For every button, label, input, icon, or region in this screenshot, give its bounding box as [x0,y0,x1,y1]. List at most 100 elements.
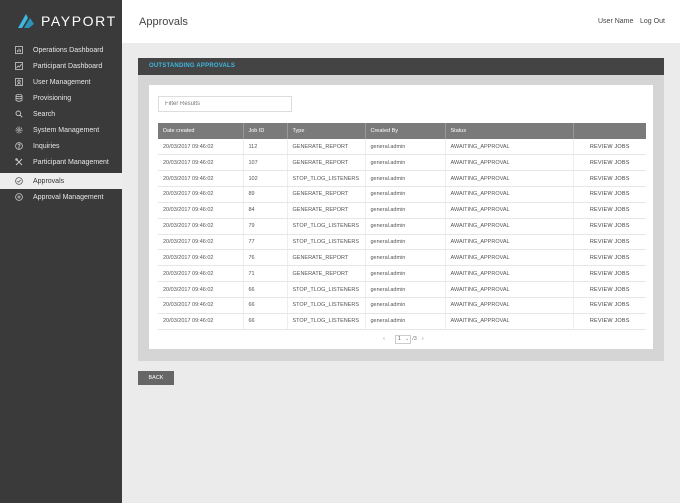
sidebar-item-system-management[interactable]: System Management [0,122,122,138]
column-header-type[interactable]: Type [287,123,366,139]
review-jobs-button[interactable]: REVIEW JOBS [573,249,646,267]
review-jobs-button[interactable]: REVIEW JOBS [573,265,646,283]
sidebar-item-label: System Management [33,126,100,134]
sidebar-item-label: Search [33,110,56,118]
table-row: 20/03/2017 09:46:02 66 STOP_TLOG_LISTENERS… [158,297,646,314]
sidebar-item-approvals[interactable]: Approvals [0,173,122,189]
cell-created-by: general.admin [365,186,446,203]
sidebar-item-approval-management[interactable]: Approval Management [0,189,122,205]
cell-date-created: 20/03/2017 09:46:02 [158,170,244,188]
cell-created-by: general.admin [365,202,446,219]
approvals-table: Date created Job ID Type Created By Stat… [158,123,646,330]
sidebar: PAYPORT Operations Dashboard Participant… [0,0,122,503]
page-select[interactable]: 1 [395,334,411,344]
cell-status: AWAITING_APPROVAL [445,139,574,156]
cell-date-created: 20/03/2017 09:46:02 [158,186,244,203]
sidebar-item-label: Approvals [33,177,65,185]
table-row: 20/03/2017 09:46:02 66 STOP_TLOG_LISTENERS… [158,281,646,298]
cell-status: AWAITING_APPROVAL [445,154,574,172]
table-row: 20/03/2017 09:46:02 76 GENERATE_REPORT gene… [158,249,646,267]
cell-job-id: 77 [243,234,288,251]
table-row: 20/03/2017 09:46:02 66 STOP_TLOG_LISTENERS… [158,313,646,330]
sidebar-item-label: Inquiries [33,142,60,150]
cell-status: AWAITING_APPROVAL [445,186,574,203]
cell-type: STOP_TLOG_LISTENERS [287,234,366,251]
column-header-created-by[interactable]: Created By [365,123,446,139]
cell-created-by: general.admin [365,281,446,298]
review-jobs-button[interactable]: REVIEW JOBS [573,186,646,203]
column-header-job-id[interactable]: Job ID [243,123,288,139]
review-jobs-button[interactable]: REVIEW JOBS [573,281,646,298]
cell-date-created: 20/03/2017 09:46:02 [158,154,244,172]
sidebar-item-label: Approval Management [33,193,104,201]
panel-title: OUTSTANDING APPROVALS [138,58,664,75]
cell-created-by: general.admin [365,154,446,172]
cell-job-id: 76 [243,249,288,267]
table-row: 20/03/2017 09:46:02 102 STOP_TLOG_LISTENER… [158,170,646,188]
column-header-actions [573,123,646,139]
sidebar-item-label: Provisioning [33,94,72,102]
check-circle-icon [15,177,23,185]
sidebar-item-user-management[interactable]: User Management [0,74,122,90]
gear-icon [15,126,23,134]
cell-job-id: 66 [243,313,288,330]
cell-created-by: general.admin [365,297,446,314]
cell-job-id: 107 [243,154,288,172]
filter-input[interactable] [158,96,292,112]
cell-date-created: 20/03/2017 09:46:02 [158,218,244,235]
page-title: Approvals [139,16,188,28]
table-row: 20/03/2017 09:46:02 107 GENERATE_REPORT gen… [158,154,646,172]
cell-job-id: 112 [243,139,288,156]
cell-date-created: 20/03/2017 09:46:02 [158,281,244,298]
sidebar-item-participant-management[interactable]: Participant Management [0,154,122,170]
cell-status: AWAITING_APPROVAL [445,234,574,251]
cell-type: STOP_TLOG_LISTENERS [287,297,366,314]
bar-chart-icon [15,46,23,54]
review-jobs-button[interactable]: REVIEW JOBS [573,297,646,314]
review-jobs-button[interactable]: REVIEW JOBS [573,234,646,251]
brand-logo[interactable]: PAYPORT [0,0,122,42]
cell-created-by: general.admin [365,139,446,156]
cell-date-created: 20/03/2017 09:46:02 [158,249,244,267]
sidebar-item-provisioning[interactable]: Provisioning [0,90,122,106]
review-jobs-button[interactable]: REVIEW JOBS [573,202,646,219]
sidebar-item-operations-dashboard[interactable]: Operations Dashboard [0,42,122,58]
cell-created-by: general.admin [365,170,446,188]
prev-page-button[interactable]: ‹ [378,336,390,342]
sidebar-item-participant-dashboard[interactable]: Participant Dashboard [0,58,122,74]
cell-job-id: 89 [243,186,288,203]
sidebar-item-search[interactable]: Search [0,106,122,122]
next-page-button[interactable]: › [417,336,429,342]
sidebar-item-label: Operations Dashboard [33,46,104,54]
review-jobs-button[interactable]: REVIEW JOBS [573,170,646,188]
plus-circle-icon [15,193,23,201]
cell-date-created: 20/03/2017 09:46:02 [158,139,244,156]
review-jobs-button[interactable]: REVIEW JOBS [573,154,646,172]
cell-status: AWAITING_APPROVAL [445,297,574,314]
column-header-status[interactable]: Status [445,123,574,139]
users-icon [15,78,23,86]
column-header-date-created[interactable]: Date created [158,123,244,139]
user-name-link[interactable]: User Name [598,18,633,25]
sidebar-item-label: Participant Management [33,158,109,166]
cell-type: STOP_TLOG_LISTENERS [287,170,366,188]
cell-created-by: general.admin [365,249,446,267]
cell-job-id: 71 [243,265,288,283]
review-jobs-button[interactable]: REVIEW JOBS [573,139,646,156]
review-jobs-button[interactable]: REVIEW JOBS [573,313,646,330]
cell-type: STOP_TLOG_LISTENERS [287,313,366,330]
back-button[interactable]: BACK [138,371,174,385]
logout-link[interactable]: Log Out [640,18,665,25]
cell-status: AWAITING_APPROVAL [445,170,574,188]
cell-job-id: 84 [243,202,288,219]
cell-status: AWAITING_APPROVAL [445,218,574,235]
cell-job-id: 66 [243,281,288,298]
tools-icon [15,158,23,166]
cell-date-created: 20/03/2017 09:46:02 [158,202,244,219]
review-jobs-button[interactable]: REVIEW JOBS [573,218,646,235]
sidebar-item-label: User Management [33,78,91,86]
cell-date-created: 20/03/2017 09:46:02 [158,234,244,251]
sidebar-item-inquiries[interactable]: Inquiries [0,138,122,154]
brand-name: PAYPORT [41,13,117,29]
cell-created-by: general.admin [365,313,446,330]
